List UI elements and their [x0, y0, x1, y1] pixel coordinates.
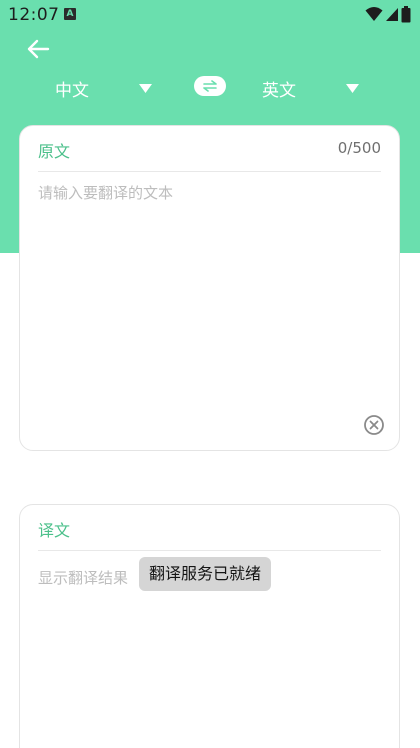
target-language-selector[interactable]: 英文 [262, 70, 372, 106]
target-title: 译文 [38, 521, 71, 540]
source-card-header: 原文 0/500 [38, 126, 381, 172]
translate-screen: 12:07 A 中文 英文 原文 0/500 请输入要翻译的文本 译文 显示翻译… [0, 0, 420, 748]
signal-icon [386, 8, 398, 21]
target-language-label: 英文 [262, 80, 296, 101]
status-time: 12:07 [8, 5, 60, 25]
target-card-header: 译文 [38, 505, 381, 551]
swap-languages-button[interactable] [194, 76, 226, 96]
swap-arrows-icon [203, 80, 217, 92]
battery-icon [401, 6, 411, 23]
status-bar: 12:07 A [0, 0, 420, 30]
source-language-label: 中文 [55, 80, 89, 101]
translation-result: 显示翻译结果 [38, 569, 129, 587]
wifi-icon [365, 7, 383, 21]
clear-circle-icon [364, 415, 384, 435]
source-language-selector[interactable]: 中文 [55, 70, 165, 106]
a-icon: A [64, 8, 76, 20]
clear-button[interactable] [363, 414, 385, 436]
source-text-input[interactable] [38, 182, 383, 402]
toast-message: 翻译服务已就绪 [139, 557, 272, 591]
arrow-left-icon [27, 39, 50, 59]
language-bar: 中文 英文 [0, 70, 420, 106]
char-count: 0/500 [337, 139, 381, 157]
target-card: 译文 显示翻译结果 [19, 504, 400, 748]
status-icons [363, 6, 411, 24]
source-title: 原文 [38, 142, 71, 161]
triangle-down-icon [139, 84, 152, 93]
back-button[interactable] [22, 34, 54, 64]
source-card: 原文 0/500 [19, 125, 400, 451]
triangle-down-icon [346, 84, 359, 93]
